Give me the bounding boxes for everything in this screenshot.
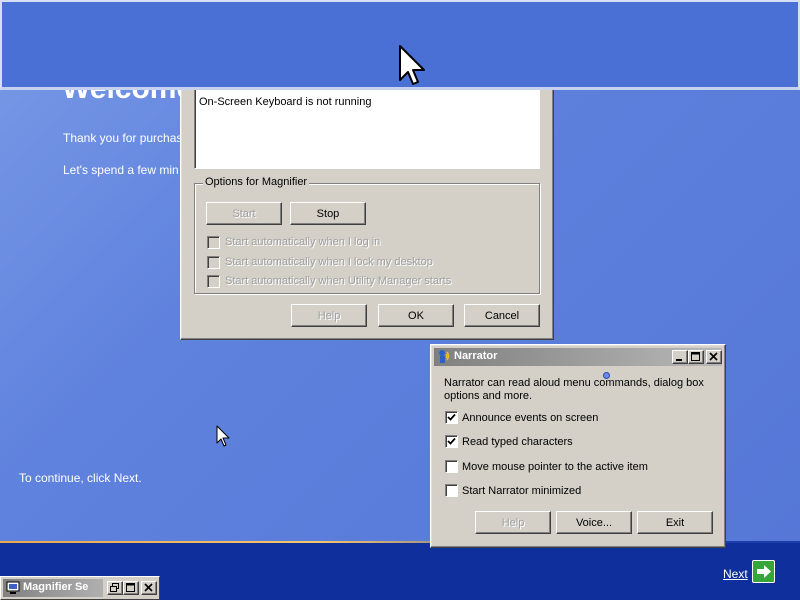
stop-button[interactable]: Stop bbox=[290, 202, 366, 225]
start-button[interactable]: Start bbox=[206, 202, 282, 225]
close-icon bbox=[144, 583, 153, 592]
option-label-lock: Start automatically when I lock my deskt… bbox=[225, 256, 433, 268]
restore-button[interactable] bbox=[107, 581, 123, 595]
focus-dot-icon bbox=[603, 372, 610, 379]
options-group-label: Options for Magnifier bbox=[203, 176, 310, 188]
ok-button[interactable]: OK bbox=[378, 304, 454, 327]
checkbox-read-typed[interactable] bbox=[445, 435, 458, 448]
narrator-title: Narrator bbox=[454, 350, 498, 362]
checkmark-icon bbox=[447, 413, 456, 421]
maximize-icon bbox=[691, 352, 700, 361]
narrator-window: Narrator Narrator can read aloud menu co… bbox=[430, 344, 726, 548]
magnifier-settings-titlebar[interactable]: Magnifier Se bbox=[3, 579, 103, 597]
close-button[interactable] bbox=[706, 350, 722, 364]
help-button[interactable]: Help bbox=[291, 304, 367, 327]
checkmark-icon bbox=[447, 437, 456, 445]
option-checkbox-login[interactable] bbox=[207, 236, 220, 249]
option-label-login: Start automatically when I log in bbox=[225, 236, 381, 248]
minimize-button[interactable] bbox=[672, 350, 688, 364]
arrow-cursor-icon bbox=[216, 425, 230, 447]
checkbox-announce-events[interactable] bbox=[445, 411, 458, 424]
label-move-pointer: Move mouse pointer to the active item bbox=[462, 461, 648, 473]
minimize-icon bbox=[676, 359, 682, 361]
option-checkbox-utilman[interactable] bbox=[207, 275, 220, 288]
continue-instruction: To continue, click Next. bbox=[19, 471, 142, 485]
narrator-titlebar[interactable]: Narrator bbox=[434, 348, 722, 366]
magnifier-settings-minimized[interactable]: Magnifier Se bbox=[0, 576, 160, 600]
checkbox-move-pointer[interactable] bbox=[445, 460, 458, 473]
label-start-minimized: Start Narrator minimized bbox=[462, 485, 582, 497]
maximize-button[interactable] bbox=[688, 350, 704, 364]
monitor-icon bbox=[6, 581, 20, 594]
close-icon bbox=[709, 352, 718, 361]
label-read-typed: Read typed characters bbox=[462, 436, 573, 448]
cancel-button[interactable]: Cancel bbox=[464, 304, 540, 327]
next-link[interactable]: Next bbox=[723, 567, 748, 581]
utility-manager-window: On-Screen Keyboard is not running Option… bbox=[180, 86, 554, 340]
arrow-right-icon bbox=[757, 565, 771, 578]
welcome-line-2: Let's spend a few min bbox=[63, 163, 179, 177]
next-button[interactable] bbox=[752, 560, 775, 583]
option-label-utilman: Start automatically when Utility Manager… bbox=[225, 275, 452, 287]
checkbox-start-minimized[interactable] bbox=[445, 484, 458, 497]
label-announce-events: Announce events on screen bbox=[462, 412, 599, 424]
close-button[interactable] bbox=[141, 581, 157, 595]
narrator-description: Narrator can read aloud menu commands, d… bbox=[444, 377, 704, 402]
narrator-help-button[interactable]: Help bbox=[475, 511, 551, 534]
restore-icon bbox=[110, 583, 119, 592]
maximize-icon bbox=[126, 583, 135, 592]
welcome-line-1: Thank you for purchas bbox=[63, 131, 183, 145]
option-checkbox-lock[interactable] bbox=[207, 256, 220, 269]
voice-button[interactable]: Voice... bbox=[556, 511, 632, 534]
narrator-icon bbox=[439, 350, 450, 363]
options-group: Options for Magnifier Start Stop Start a… bbox=[194, 176, 540, 294]
maximize-button[interactable] bbox=[123, 581, 139, 595]
exit-button[interactable]: Exit bbox=[637, 511, 713, 534]
arrow-cursor-icon bbox=[399, 45, 425, 85]
status-line: On-Screen Keyboard is not running bbox=[199, 96, 372, 108]
program-status-list[interactable]: On-Screen Keyboard is not running bbox=[194, 88, 540, 169]
magnifier-settings-title: Magnifier Se bbox=[23, 581, 89, 593]
